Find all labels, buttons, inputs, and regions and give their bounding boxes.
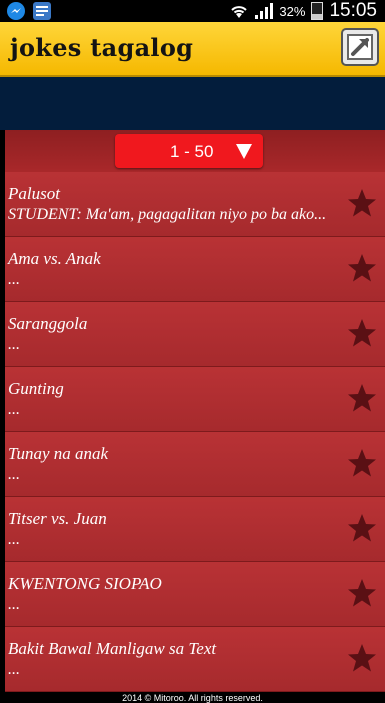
favorite-star-icon[interactable]	[347, 578, 377, 608]
action-bar: jokes tagalog	[0, 22, 385, 77]
list-item[interactable]: Gunting...	[5, 367, 385, 432]
clock: 15:05	[329, 0, 377, 21]
list-item[interactable]: KWENTONG SIOPAO...	[5, 562, 385, 627]
joke-title: Ama vs. Anak	[8, 249, 101, 268]
share-icon[interactable]	[340, 27, 380, 67]
battery-icon	[311, 2, 324, 20]
favorite-star-icon[interactable]	[347, 318, 377, 348]
signal-icon	[255, 3, 274, 19]
joke-title: Bakit Bawal Manligaw sa Text	[8, 639, 217, 658]
banner-area	[0, 77, 385, 130]
joke-preview: STUDENT: Ma'am, pagagalitan niyo po ba a…	[8, 206, 327, 223]
joke-title: Palusot	[8, 184, 60, 203]
joke-preview: ...	[8, 596, 20, 613]
joke-preview: ...	[8, 336, 20, 353]
list-item[interactable]: Titser vs. Juan...	[5, 497, 385, 562]
dropdown-triangle-icon	[236, 144, 252, 159]
joke-title: Gunting	[8, 379, 64, 398]
favorite-star-icon[interactable]	[347, 383, 377, 413]
list-item[interactable]: Tunay na anak...	[5, 432, 385, 497]
list-item[interactable]: Bakit Bawal Manligaw sa Text...	[5, 627, 385, 692]
status-bar: 32% 15:05	[0, 0, 385, 22]
joke-preview: ...	[8, 271, 20, 288]
favorite-star-icon[interactable]	[347, 643, 377, 673]
notification-icons	[6, 1, 52, 21]
page-range-label: 1 - 50	[170, 142, 214, 161]
favorite-star-icon[interactable]	[347, 448, 377, 478]
page-selector-bar: 1 - 50	[5, 130, 385, 172]
joke-title: Saranggola	[8, 314, 88, 333]
app-title: jokes tagalog	[10, 33, 194, 62]
list-item[interactable]: Saranggola...	[5, 302, 385, 367]
joke-list: Palusot STUDENT: Ma'am, pagagalitan niyo …	[5, 172, 385, 703]
joke-title: Titser vs. Juan	[8, 509, 107, 528]
battery-level	[312, 13, 323, 19]
wifi-icon	[231, 6, 248, 18]
list-item[interactable]: Ama vs. Anak...	[5, 237, 385, 302]
joke-preview: ...	[8, 401, 20, 418]
joke-title: KWENTONG SIOPAO	[8, 574, 162, 593]
list-item[interactable]: Palusot STUDENT: Ma'am, pagagalitan niyo …	[5, 172, 385, 237]
favorite-star-icon[interactable]	[347, 253, 377, 283]
joke-preview: ...	[8, 466, 20, 483]
joke-preview: ...	[8, 531, 20, 548]
battery-percent: 32%	[279, 3, 306, 19]
footer-copyright: 2014 © Mitoroo. All rights reserved.	[122, 693, 263, 703]
joke-title: Tunay na anak	[8, 444, 109, 463]
joke-preview: ...	[8, 661, 20, 678]
messenger-icon	[7, 2, 25, 20]
favorite-star-icon[interactable]	[347, 513, 377, 543]
favorite-star-icon[interactable]	[347, 188, 377, 218]
notification-app-icon	[33, 2, 51, 20]
page-range-dropdown[interactable]: 1 - 50	[115, 134, 263, 168]
